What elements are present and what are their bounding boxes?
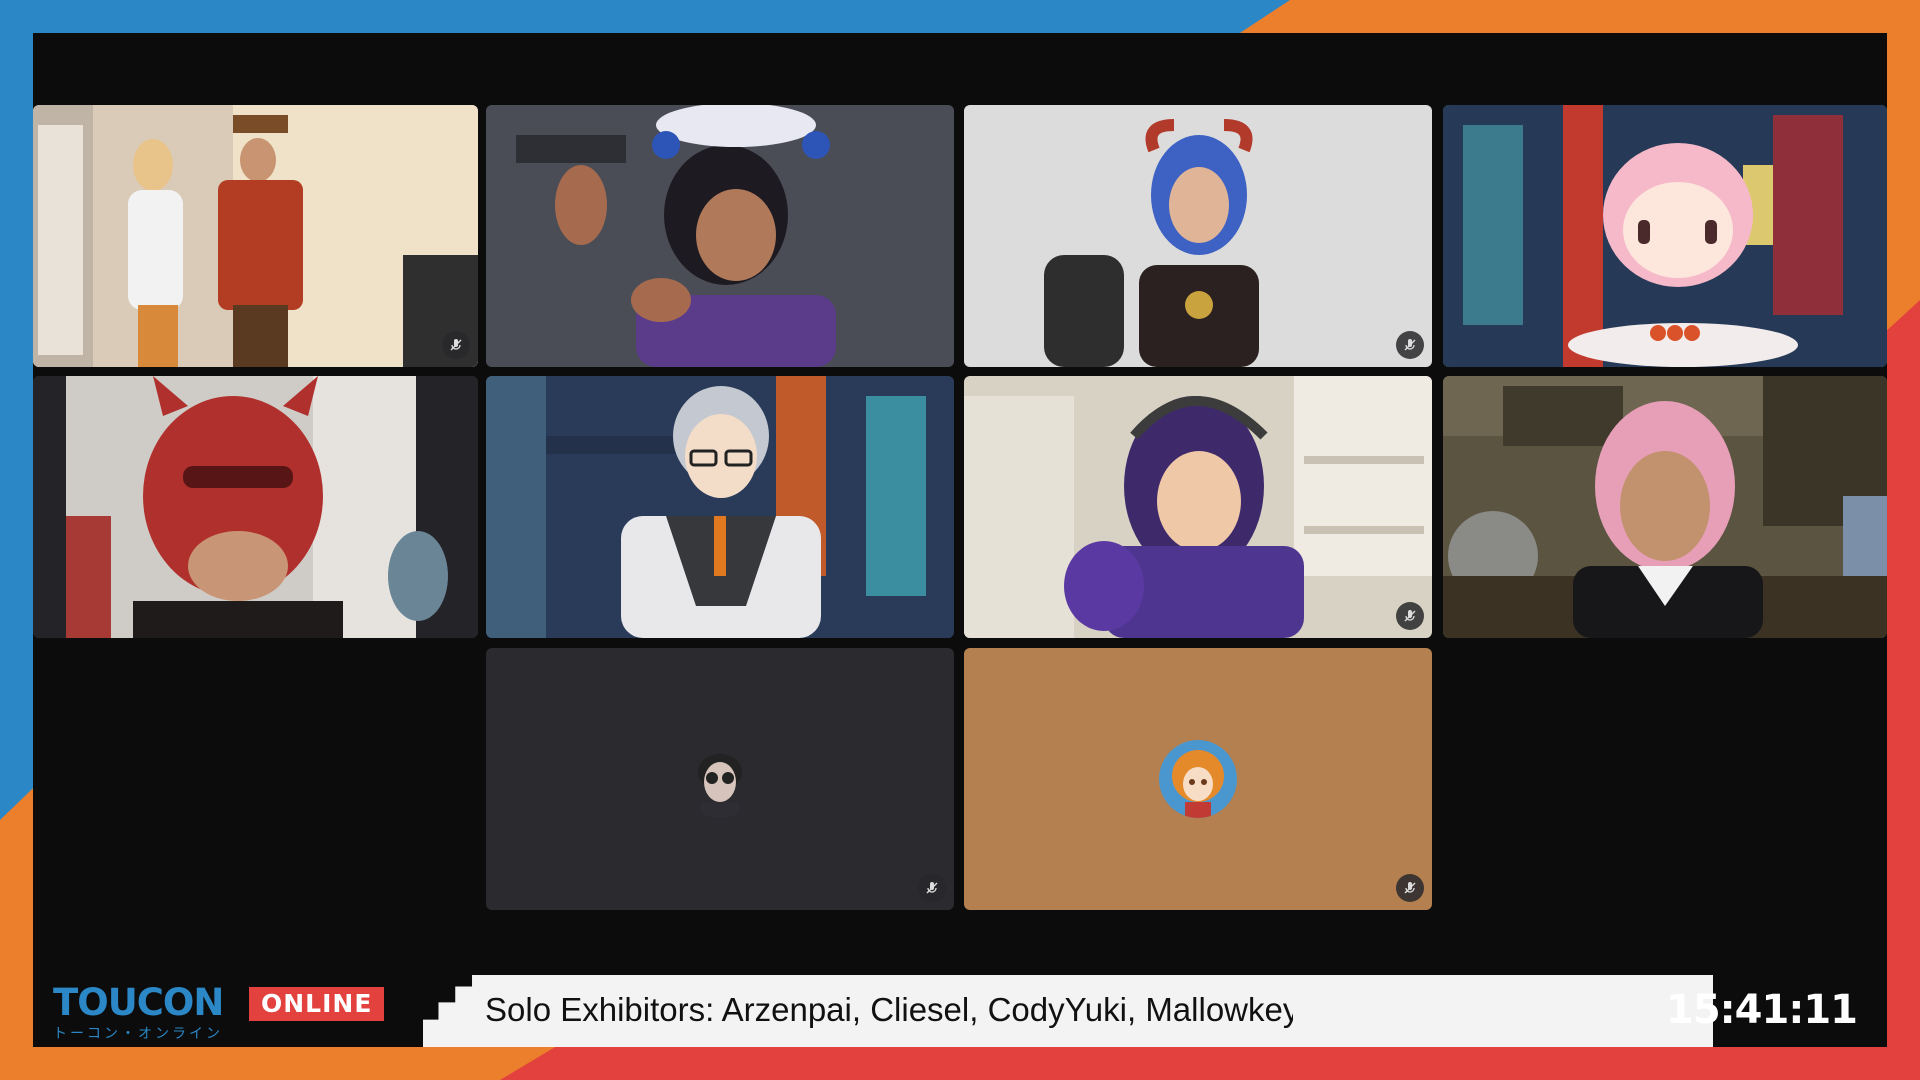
- video-feed: [964, 105, 1432, 367]
- video-feed: [33, 376, 478, 638]
- video-feed: [486, 376, 954, 638]
- avatar-tile-9[interactable]: [486, 648, 954, 910]
- video-tile-1[interactable]: [33, 105, 478, 367]
- frame-red-right: [1886, 300, 1920, 1080]
- video-tile-6[interactable]: [486, 376, 954, 638]
- video-tile-4[interactable]: [1443, 105, 1887, 367]
- mic-muted-icon[interactable]: [1396, 874, 1424, 902]
- mic-muted-icon[interactable]: [1396, 602, 1424, 630]
- mic-muted-icon[interactable]: [1396, 331, 1424, 359]
- avatar: [681, 740, 759, 818]
- frame-blue-left: [0, 0, 34, 820]
- lower-third-bar: TOUCON ONLINE トーコン・オンライン Solo Exhibitors…: [33, 975, 1887, 1047]
- video-tile-7[interactable]: [964, 376, 1432, 638]
- logo-subtitle: トーコン・オンライン: [53, 1025, 223, 1041]
- logo-main-text: TOUCON: [53, 981, 224, 1024]
- ticker-banner: Solo Exhibitors: Arzenpai, Cliesel, Cody…: [423, 975, 1713, 1047]
- video-tile-8[interactable]: [1443, 376, 1887, 638]
- mic-muted-icon[interactable]: [442, 331, 470, 359]
- avatar: [1159, 740, 1237, 818]
- video-tile-2[interactable]: [486, 105, 954, 367]
- video-call-stage: [33, 33, 1887, 1047]
- video-feed: [1443, 105, 1887, 367]
- frame-blue-top: [0, 0, 1290, 34]
- frame-red-bottom: [500, 1046, 1920, 1080]
- toucon-online-logo: TOUCON ONLINE トーコン・オンライン: [53, 979, 433, 1041]
- video-tile-5[interactable]: [33, 376, 478, 638]
- clock-time: 15:41:11: [1666, 987, 1858, 1033]
- ticker-text: Solo Exhibitors: Arzenpai, Cliesel, Cody…: [485, 991, 1307, 1028]
- video-feed: [33, 105, 478, 367]
- video-tile-3[interactable]: [964, 105, 1432, 367]
- mic-muted-icon[interactable]: [918, 874, 946, 902]
- video-feed: [486, 105, 954, 367]
- logo-online-badge: ONLINE: [249, 987, 385, 1021]
- avatar-tile-10[interactable]: [964, 648, 1432, 910]
- video-feed: [964, 376, 1432, 638]
- video-feed: [1443, 376, 1887, 638]
